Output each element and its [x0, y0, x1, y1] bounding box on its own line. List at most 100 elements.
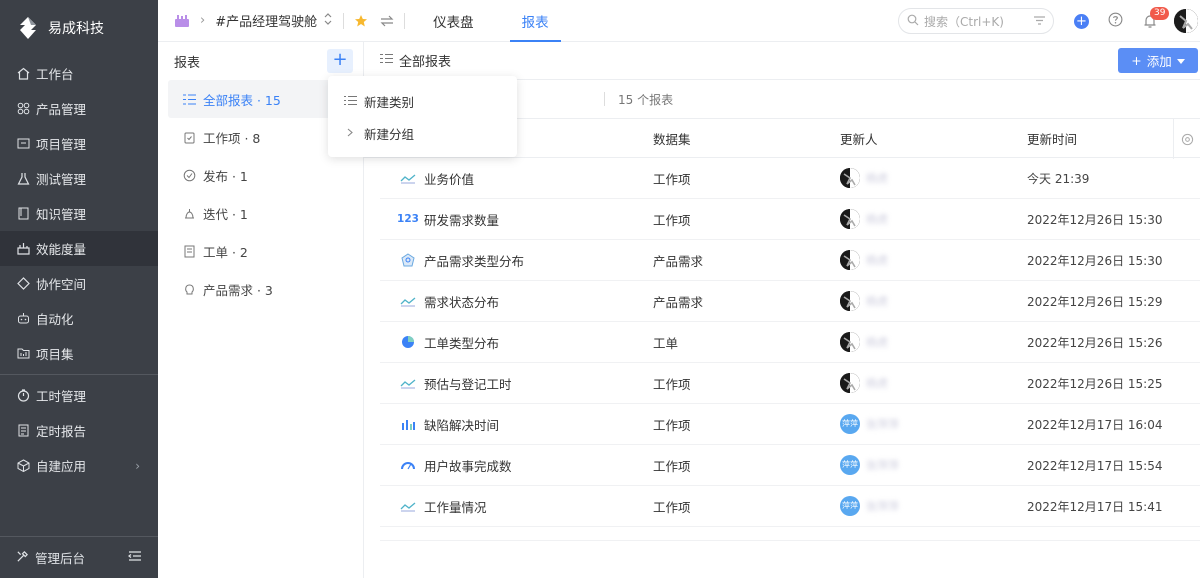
updater-name: 张萍萍 — [866, 418, 899, 431]
project-breadcrumb[interactable]: › #产品经理驾驶舱 — [174, 11, 333, 30]
report-name[interactable]: 缺陷解决时间 — [424, 415, 499, 434]
search-placeholder: 搜索（Ctrl+K) — [924, 14, 1004, 29]
updater-cell: 萍萍 张萍萍 — [840, 414, 1027, 434]
admin-entry[interactable]: 管理后台 — [0, 536, 158, 578]
report-category-item[interactable]: 产品需求 · 3 — [158, 270, 363, 308]
nav-item[interactable]: 自动化 — [0, 301, 158, 336]
new-category-item[interactable]: 新建类别 — [328, 85, 517, 117]
updater-name: 张萍萍 — [866, 500, 899, 513]
table-row[interactable]: 缺陷解决时间 工作项 萍萍 张萍萍 2022年12月17日 16:04 — [380, 404, 1200, 445]
nav-divider — [0, 374, 158, 375]
swap-icon[interactable] — [380, 15, 394, 27]
nav-item[interactable]: 知识管理 — [0, 196, 158, 231]
report-name[interactable]: 用户故事完成数 — [424, 456, 512, 475]
report-name-cell: 缺陷解决时间 — [380, 415, 653, 434]
tab-reports[interactable]: 报表 — [509, 0, 561, 42]
report-name[interactable]: 需求状态分布 — [424, 292, 499, 311]
nav-item[interactable]: 自建应用 › — [0, 448, 158, 483]
bulb-icon — [183, 283, 196, 296]
add-category-button[interactable]: + — [327, 49, 353, 73]
nav-item-label: 产品管理 — [36, 102, 87, 117]
filter-icon[interactable] — [1034, 14, 1045, 28]
report-icon — [16, 424, 30, 438]
updater-cell: 杨虎 — [840, 250, 1027, 270]
report-name[interactable]: 产品需求类型分布 — [424, 251, 524, 270]
folder-icon — [16, 347, 30, 361]
notifications-button[interactable]: 39 — [1143, 0, 1170, 42]
report-category-item[interactable]: 全部报表 · 15 — [168, 80, 354, 118]
user-avatar[interactable] — [1174, 0, 1198, 42]
nav-item[interactable]: 效能度量 — [0, 231, 158, 266]
report-name[interactable]: 预估与登记工时 — [424, 374, 512, 393]
updater-name: 杨虎 — [866, 336, 888, 349]
collapse-menu-icon[interactable] — [128, 550, 142, 565]
nav-item-label: 定时报告 — [36, 424, 87, 439]
switch-project-icon[interactable] — [323, 12, 333, 29]
updater-name: 张萍萍 — [866, 459, 899, 472]
help-button[interactable] — [1108, 0, 1123, 42]
column-settings-icon[interactable] — [1173, 119, 1200, 159]
nav-item[interactable]: 工作台 — [0, 56, 158, 91]
divider — [343, 12, 345, 29]
avatar — [840, 209, 860, 229]
report-category-item[interactable]: 工单 · 2 — [158, 232, 363, 270]
quick-add-button[interactable]: + — [1074, 0, 1089, 42]
brand[interactable]: 易成科技 — [0, 0, 158, 56]
report-name-cell: 业务价值 — [380, 169, 653, 188]
nav-item[interactable]: 产品管理 — [0, 91, 158, 126]
col-updater[interactable]: 更新人 — [840, 129, 1027, 148]
report-name[interactable]: 业务价值 — [424, 169, 474, 188]
search-icon — [907, 14, 919, 29]
nav-item-label: 测试管理 — [36, 172, 87, 187]
updated-time-cell: 2022年12月26日 15:30 — [1027, 253, 1163, 268]
report-name[interactable]: 研发需求数量 — [424, 210, 499, 229]
updated-time-cell: 2022年12月17日 16:04 — [1027, 417, 1163, 432]
nav-item[interactable]: 协作空间 — [0, 266, 158, 301]
nav-item[interactable]: 定时报告 — [0, 413, 158, 448]
report-category-item[interactable]: 发布 · 1 — [158, 156, 363, 194]
col-dataset[interactable]: 数据集 — [653, 129, 840, 148]
updater-name: 杨虎 — [866, 254, 888, 267]
nav-item[interactable]: 测试管理 — [0, 161, 158, 196]
avatar — [840, 250, 860, 270]
report-name[interactable]: 工作量情况 — [424, 497, 487, 516]
col-updated-time[interactable]: 更新时间 — [1027, 129, 1177, 148]
divider — [404, 12, 406, 29]
list-icon — [183, 93, 196, 106]
nav-item-label: 自动化 — [36, 312, 74, 327]
nav-item[interactable]: 项目管理 — [0, 126, 158, 161]
add-button[interactable]: + 添加 — [1118, 48, 1198, 73]
table-row[interactable]: 需求状态分布 产品需求 杨虎 2022年12月26日 15:29 — [380, 281, 1200, 322]
report-name[interactable]: 工单类型分布 — [424, 333, 499, 352]
divider — [604, 92, 605, 106]
report-name-cell: 123 研发需求数量 — [380, 210, 653, 229]
avatar: 萍萍 — [840, 455, 860, 475]
new-group-item[interactable]: 新建分组 — [328, 117, 517, 149]
admin-label: 管理后台 — [35, 551, 86, 566]
table-row[interactable]: 业务价值 工作项 杨虎 今天 21:39 — [380, 158, 1200, 199]
line-chart-icon — [400, 294, 416, 308]
line-chart-icon — [400, 376, 416, 390]
table-row[interactable]: 产品需求类型分布 产品需求 杨虎 2022年12月26日 15:30 — [380, 240, 1200, 281]
dataset-cell: 工作项 — [653, 417, 691, 433]
dataset-cell: 工单 — [653, 335, 679, 351]
nav-item-label: 知识管理 — [36, 207, 87, 222]
nav-item-label: 工作台 — [36, 67, 74, 82]
new-group-label: 新建分组 — [364, 126, 415, 142]
table-row[interactable]: 预估与登记工时 工作项 杨虎 2022年12月26日 15:25 — [380, 363, 1200, 404]
star-icon[interactable] — [354, 14, 368, 28]
search-box[interactable]: 搜索（Ctrl+K) — [898, 8, 1054, 34]
nav-item[interactable]: 工时管理 — [0, 378, 158, 413]
nav-item[interactable]: 项目集 — [0, 336, 158, 371]
avatar: 萍萍 — [840, 414, 860, 434]
table-row[interactable]: 工单类型分布 工单 杨虎 2022年12月26日 15:26 — [380, 322, 1200, 363]
dataset-cell: 工作项 — [653, 376, 691, 392]
table-row[interactable]: 用户故事完成数 工作项 萍萍 张萍萍 2022年12月17日 15:54 — [380, 445, 1200, 486]
table-row[interactable]: 123 研发需求数量 工作项 杨虎 2022年12月26日 15:30 — [380, 199, 1200, 240]
table-row[interactable]: 工作量情况 工作项 萍萍 张萍萍 2022年12月17日 15:41 — [380, 486, 1200, 527]
table-row-partial — [380, 527, 1200, 541]
report-category-item[interactable]: 迭代 · 1 — [158, 194, 363, 232]
tab-dashboard[interactable]: 仪表盘 — [421, 0, 486, 42]
avatar — [1174, 9, 1198, 33]
ticket-icon — [183, 245, 196, 258]
